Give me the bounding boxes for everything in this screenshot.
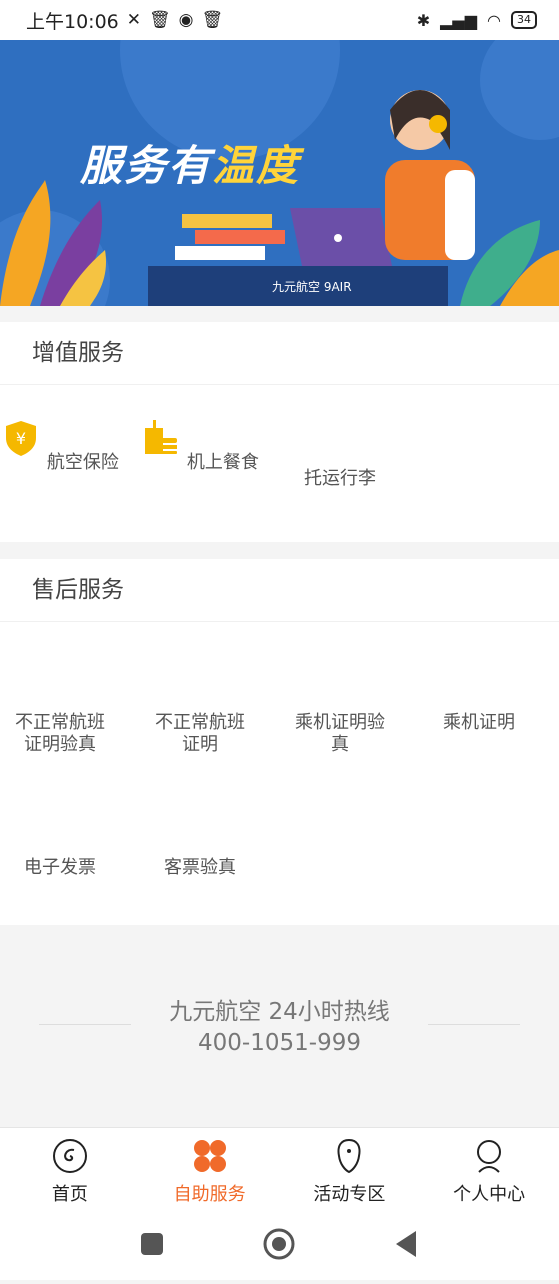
hotline-section <box>0 926 559 1126</box>
service-boarding-cert-verify[interactable]: 乘机证明验真 <box>270 712 410 756</box>
service-irregular-flight-verify[interactable]: 不正常航班证明验真 <box>0 712 130 756</box>
service-ticket-verify-label: 客票验真 <box>164 857 236 878</box>
tab-activity[interactable]: 活动专区 <box>280 1128 420 1218</box>
tab-home-label: 首页 <box>51 1184 88 1205</box>
banner-title-main: 服务有 <box>80 141 213 190</box>
service-insurance-label: 航空保险 <box>46 452 119 473</box>
meal-icon <box>145 420 178 454</box>
record-icon: ◉ <box>178 10 194 30</box>
bluetooth-icon: ✱ <box>416 10 431 30</box>
value-added-section: 增值服务 ¥ 航空保险 机上餐食 托运行李 <box>0 322 559 542</box>
value-added-title: 增值服务 <box>0 322 559 385</box>
after-sales-section: 售后服务 不正常航班证明验真 不正常航班证明 乘机证明验真 乘机证明 电子发票 … <box>0 559 559 925</box>
banner-brand: 九元航空 9AIR <box>272 280 352 294</box>
tab-profile[interactable]: 个人中心 <box>419 1128 559 1218</box>
back-button-icon <box>396 1231 416 1257</box>
service-boarding-cert[interactable]: 乘机证明 <box>409 712 549 734</box>
hotline-title: 九元航空 24小时热线 <box>169 999 390 1025</box>
system-nav-bar <box>0 1217 559 1280</box>
alarm-off-icon: ✕ <box>126 10 142 30</box>
svg-text:¥: ¥ <box>16 429 26 448</box>
bottom-tab-bar: 首页 自助服务 活动专区 个人中心 <box>0 1127 559 1218</box>
service-luggage[interactable]: 托运行李 <box>270 418 410 490</box>
signal-icon: ▂▄▆ <box>440 10 478 30</box>
tab-self-service[interactable]: 自助服务 <box>140 1128 280 1218</box>
wifi-icon: ◠ <box>487 10 501 30</box>
activity-icon <box>337 1138 361 1174</box>
service-ticket-verify[interactable]: 客票验真 <box>130 857 270 879</box>
service-e-invoice[interactable]: 电子发票 <box>0 857 130 879</box>
service-boarding-cert-label: 乘机证明 <box>443 712 515 733</box>
tab-self-service-label: 自助服务 <box>173 1184 246 1205</box>
recents-button-icon <box>141 1233 163 1255</box>
service-e-invoice-label: 电子发票 <box>24 857 96 878</box>
self-service-icon <box>193 1140 226 1172</box>
status-time: 上午10:06 <box>26 10 119 33</box>
tab-activity-label: 活动专区 <box>313 1184 386 1205</box>
after-sales-title: 售后服务 <box>0 559 559 622</box>
banner-title-highlight: 温度 <box>212 141 301 190</box>
tab-home[interactable]: 首页 <box>0 1128 140 1218</box>
home-icon <box>52 1139 87 1173</box>
service-boarding-cert-verify-label: 乘机证明验真 <box>295 712 385 755</box>
trash-icon: 🗑 <box>149 10 171 30</box>
banner-title: 服务有温度 <box>80 132 300 193</box>
promo-banner[interactable]: 服务有温度 九元航空 9AIR <box>0 40 559 306</box>
service-irregular-flight-verify-label: 不正常航班证明验真 <box>15 712 105 755</box>
service-meal-label: 机上餐食 <box>186 452 259 473</box>
system-nav-buttons <box>141 1228 416 1260</box>
service-luggage-label: 托运行李 <box>304 468 376 489</box>
service-meal[interactable]: 机上餐食 <box>130 418 270 474</box>
tab-profile-label: 个人中心 <box>453 1184 526 1205</box>
insurance-shield-icon: ¥ <box>6 421 37 456</box>
service-irregular-flight-cert-label: 不正常航班证明 <box>155 712 245 755</box>
service-insurance[interactable]: ¥ 航空保险 <box>0 418 130 474</box>
service-irregular-flight-cert[interactable]: 不正常航班证明 <box>130 712 270 756</box>
hotline-number[interactable]: 400-1051-999 <box>0 1030 559 1056</box>
trash-icon-2: 🗑 <box>201 10 224 30</box>
battery-icon: 34 <box>511 11 537 29</box>
status-bar: 上午10:06 ✕ 🗑 ◉ 🗑 ✱ ▂▄▆ ◠ 34 <box>0 0 559 40</box>
luggage-icon <box>320 418 360 458</box>
profile-icon <box>477 1140 502 1173</box>
